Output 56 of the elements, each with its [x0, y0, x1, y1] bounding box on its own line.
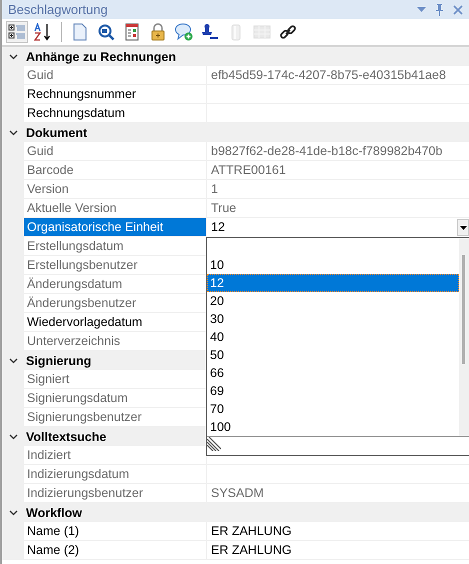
- dropdown-option[interactable]: 50: [207, 346, 459, 364]
- property-value[interactable]: ER ZAHLUNG: [207, 541, 469, 560]
- property-label[interactable]: Indiziert: [24, 446, 207, 465]
- dropdown-option[interactable]: 70: [207, 400, 459, 418]
- category-title: Volltextsuche: [26, 430, 106, 444]
- scrollbar-thumb[interactable]: [462, 255, 465, 364]
- caret-icon: [460, 226, 466, 230]
- property-label[interactable]: Signierungsdatum: [24, 389, 207, 408]
- property-value[interactable]: 1: [207, 180, 469, 199]
- property-label[interactable]: Name (2): [24, 541, 207, 560]
- property-value[interactable]: efb45d59-174c-4207-8b75-e40315b41ae8: [207, 66, 469, 85]
- dropdown-option[interactable]: 20: [207, 292, 459, 310]
- categorized-view-button[interactable]: [6, 21, 28, 43]
- property-value[interactable]: ATTRE00161: [207, 161, 469, 180]
- dropdown-option[interactable]: 66: [207, 364, 459, 382]
- property-label[interactable]: Änderungsbenutzer: [24, 294, 207, 313]
- dropdown-option[interactable]: 30: [207, 310, 459, 328]
- property-label[interactable]: Version: [24, 180, 207, 199]
- pin-icon[interactable]: [435, 4, 444, 16]
- category-title: Workflow: [26, 506, 82, 520]
- property-value[interactable]: True: [207, 199, 469, 218]
- property-label[interactable]: Guid: [24, 66, 207, 85]
- chevron-icon[interactable]: [9, 510, 18, 516]
- scrollbar[interactable]: [459, 238, 469, 436]
- dropdown-icon[interactable]: [417, 7, 426, 12]
- property-label[interactable]: Rechnungsnummer: [24, 85, 207, 104]
- property-label[interactable]: Erstellungsdatum: [24, 237, 207, 256]
- property-value[interactable]: b9827f62-de28-41de-b18c-f789982b470b: [207, 142, 469, 161]
- dropdown-option[interactable]: 10: [207, 256, 459, 274]
- chevron-icon[interactable]: [9, 434, 18, 440]
- resize-grip-icon[interactable]: [207, 437, 221, 451]
- dropdown-option[interactable]: 69: [207, 382, 459, 400]
- property-label[interactable]: Organisatorische Einheit: [24, 218, 207, 237]
- property-label[interactable]: Name (1): [24, 522, 207, 541]
- property-value[interactable]: ER ZAHLUNG: [207, 522, 469, 541]
- category-title: Dokument: [26, 126, 88, 140]
- combo-value: 12: [211, 219, 226, 236]
- property-label[interactable]: Erstellungsbenutzer: [24, 256, 207, 275]
- property-label[interactable]: Wiedervorlagedatum: [24, 313, 207, 332]
- chevron-icon[interactable]: [9, 54, 18, 60]
- close-icon[interactable]: [453, 4, 463, 14]
- property-label[interactable]: Signiert: [24, 370, 207, 389]
- category-title: Anhänge zu Rechnungen: [26, 50, 176, 64]
- category-title: Signierung: [26, 354, 92, 368]
- property-label[interactable]: Indizierungsdatum: [24, 465, 207, 484]
- dropdown-option[interactable]: 12: [207, 274, 459, 292]
- chevron-icon[interactable]: [9, 358, 18, 364]
- property-label[interactable]: Guid: [24, 142, 207, 161]
- property-label[interactable]: Änderungsdatum: [24, 275, 207, 294]
- panel-title: Beschlagwortung: [8, 2, 108, 17]
- speech-bubble-add-button[interactable]: [173, 21, 195, 43]
- dropdown-option[interactable]: 40: [207, 328, 459, 346]
- property-label[interactable]: Barcode: [24, 161, 207, 180]
- chevron-icon[interactable]: [9, 130, 18, 136]
- dropdown-option[interactable]: 100: [207, 418, 459, 436]
- dropdown-button[interactable]: [457, 219, 469, 236]
